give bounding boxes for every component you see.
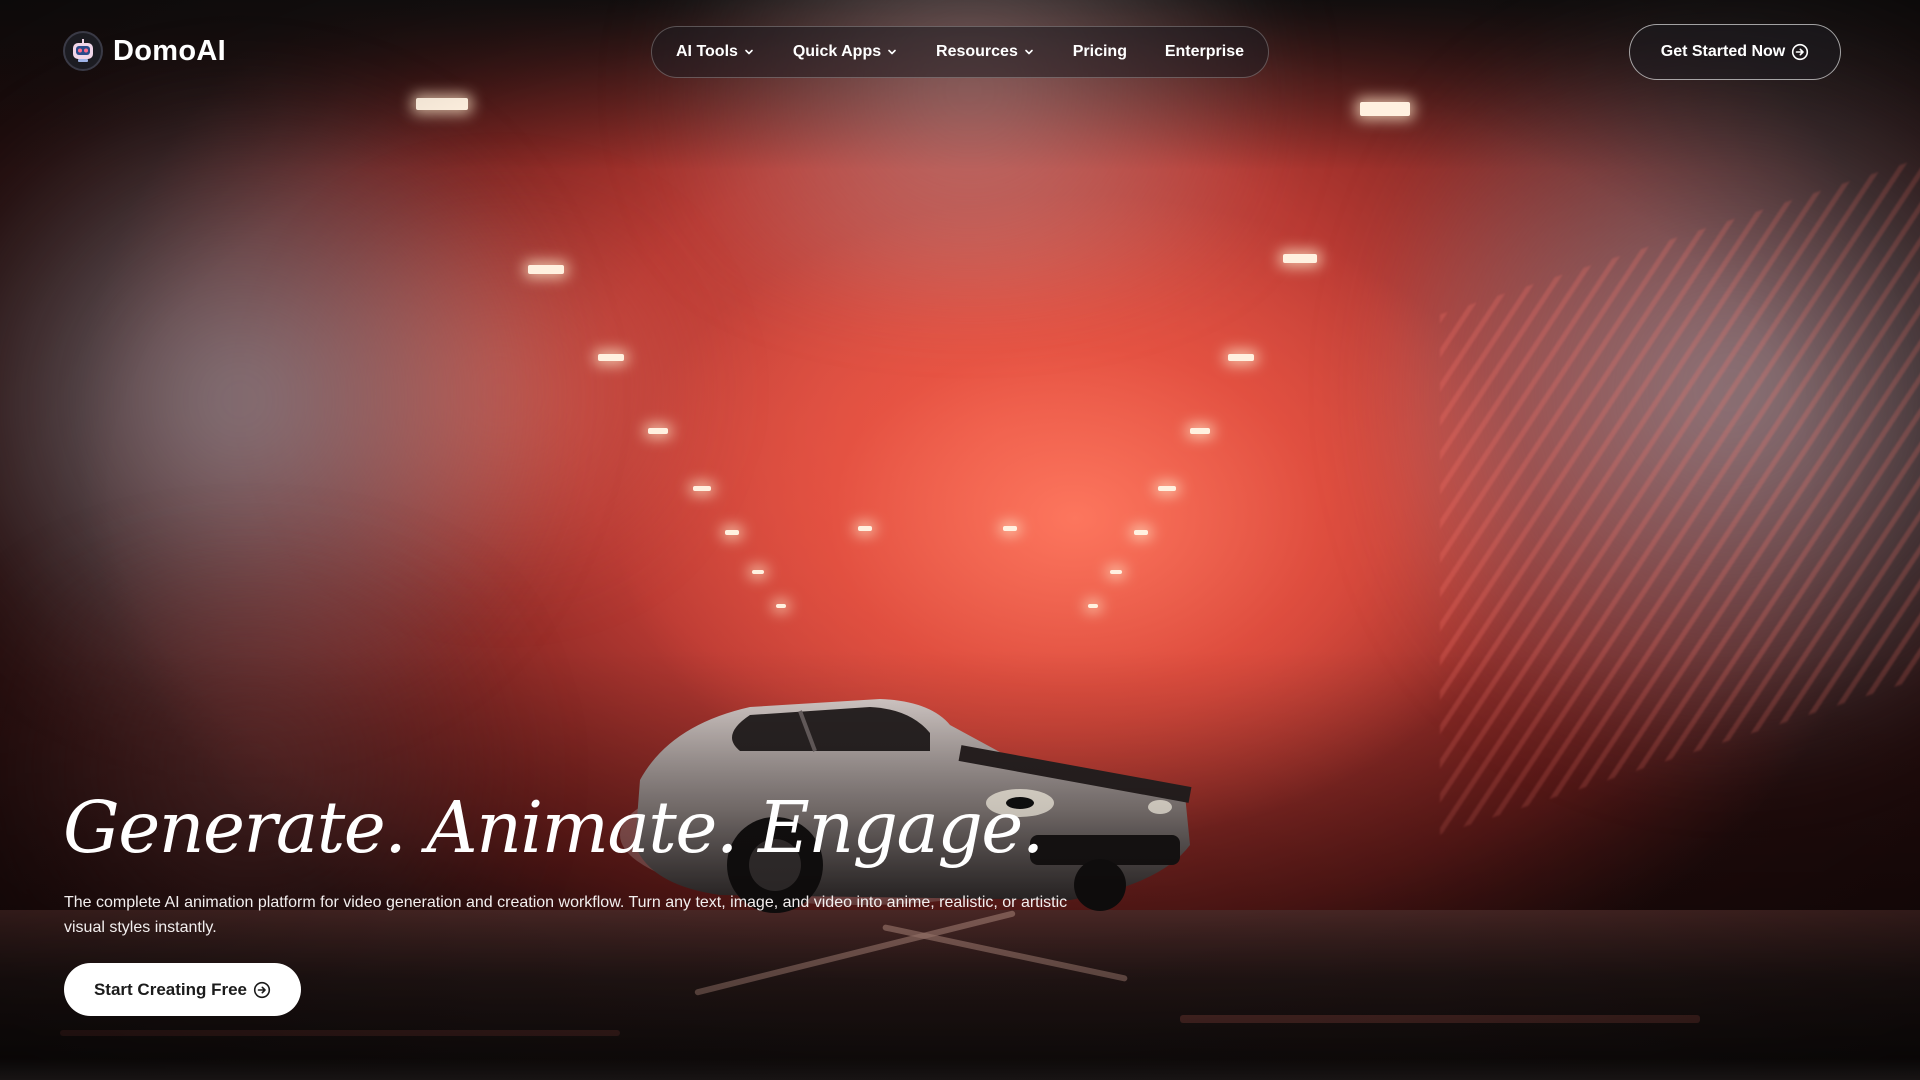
nav-item-label: Pricing bbox=[1072, 43, 1127, 60]
get-started-button[interactable]: Get Started Now bbox=[1629, 24, 1841, 80]
chevron-down-icon bbox=[888, 49, 896, 55]
get-started-label: Get Started Now bbox=[1660, 43, 1786, 60]
brand-logo[interactable]: DomoAI bbox=[63, 31, 226, 71]
hero-headline: Generate. Animate. Engage. bbox=[63, 786, 1044, 869]
start-creating-button[interactable]: Start Creating Free bbox=[64, 963, 301, 1016]
bottom-edge bbox=[0, 1058, 1920, 1080]
chevron-down-icon bbox=[745, 49, 753, 55]
robot-face-logo-icon bbox=[63, 31, 103, 71]
nav-item-label: AI Tools bbox=[676, 43, 738, 60]
nav-item-pricing[interactable]: Pricing bbox=[1073, 43, 1127, 61]
nav-item-resources[interactable]: Resources bbox=[936, 43, 1035, 61]
hero-subtitle: The complete AI animation platform for v… bbox=[64, 894, 1068, 936]
main-nav: AI Tools Quick Apps Resources Pricing En… bbox=[651, 26, 1269, 78]
nav-item-label: Resources bbox=[936, 43, 1018, 60]
start-creating-label: Start Creating Free bbox=[93, 979, 248, 999]
nav-item-label: Quick Apps bbox=[792, 43, 882, 60]
nav-item-enterprise[interactable]: Enterprise bbox=[1165, 43, 1244, 61]
nav-item-label: Enterprise bbox=[1164, 43, 1244, 60]
circle-arrow-right-icon bbox=[253, 981, 271, 998]
brand-name: DomoAI bbox=[113, 34, 226, 67]
nav-item-ai-tools[interactable]: AI Tools bbox=[676, 43, 755, 61]
chevron-down-icon bbox=[1025, 49, 1033, 55]
nav-item-quick-apps[interactable]: Quick Apps bbox=[793, 43, 898, 61]
circle-arrow-right-icon bbox=[1792, 43, 1809, 61]
